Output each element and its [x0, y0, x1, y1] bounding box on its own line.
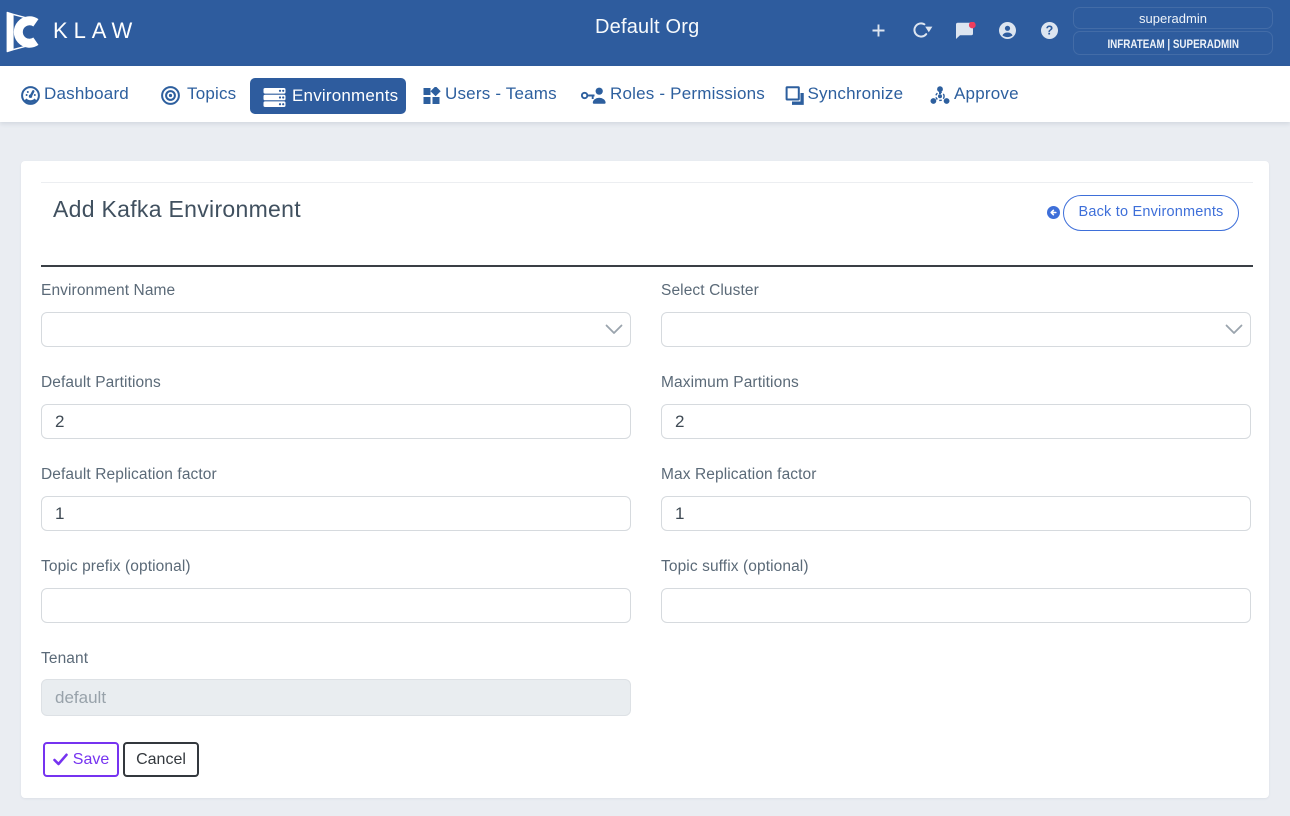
- svg-text:?: ?: [1046, 24, 1054, 38]
